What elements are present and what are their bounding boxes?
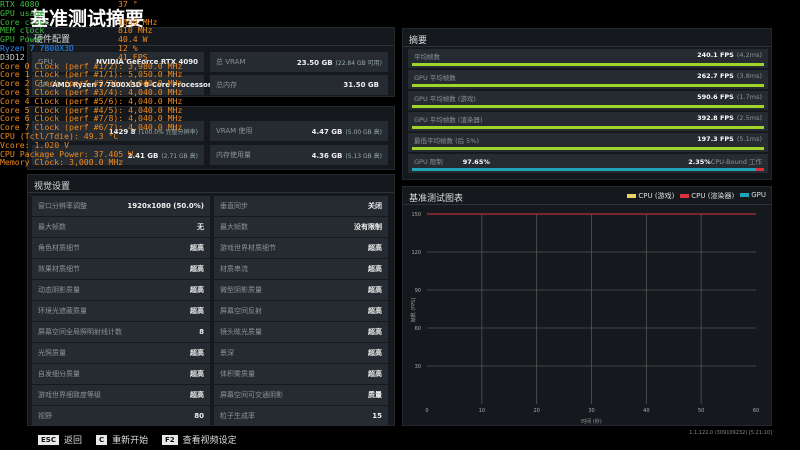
osd-value: 37 °: [118, 0, 138, 9]
hint-c[interactable]: C 重新开始: [96, 433, 148, 446]
y-tick-label: 120: [411, 250, 421, 256]
hint-label: 重新开始: [112, 436, 149, 446]
x-tick-label: 20: [533, 408, 539, 414]
x-tick-label: 50: [698, 408, 704, 414]
x-tick-label: 40: [643, 408, 649, 414]
y-axis-label: 帧数 (FPS): [410, 298, 417, 323]
y-tick-label: 60: [415, 326, 421, 332]
performance-overlay: RTX 4080 37 ° GPU usage Core clock 1080 MHz M…: [0, 0, 182, 167]
y-tick-label: 90: [415, 288, 421, 294]
key-badge: F2: [162, 434, 178, 445]
key-badge: ESC: [38, 434, 59, 445]
hint-label: 查看视频设定: [182, 436, 237, 446]
x-tick-label: 30: [588, 408, 594, 414]
version-text: 1.1.122.0 (309109232) [5:21:10]: [689, 430, 772, 436]
x-tick-label: 60: [753, 408, 759, 414]
y-tick-label: 150: [411, 212, 421, 218]
osd-line: Ryzen 7 7800X3D 12 %: [0, 44, 182, 53]
osd-detail: Memory Clock: 3,000.0 MHz: [0, 157, 124, 168]
x-tick-label: 0: [425, 408, 428, 414]
y-tick-label: 30: [415, 364, 421, 370]
key-badge: C: [96, 434, 108, 445]
hint-label: 返回: [63, 436, 82, 446]
hint-esc[interactable]: ESC 返回: [38, 433, 82, 446]
x-axis-label: 时间 (秒): [581, 418, 602, 425]
hint-f2[interactable]: F2 查看视频设定: [162, 433, 237, 446]
x-tick-label: 10: [479, 408, 485, 414]
